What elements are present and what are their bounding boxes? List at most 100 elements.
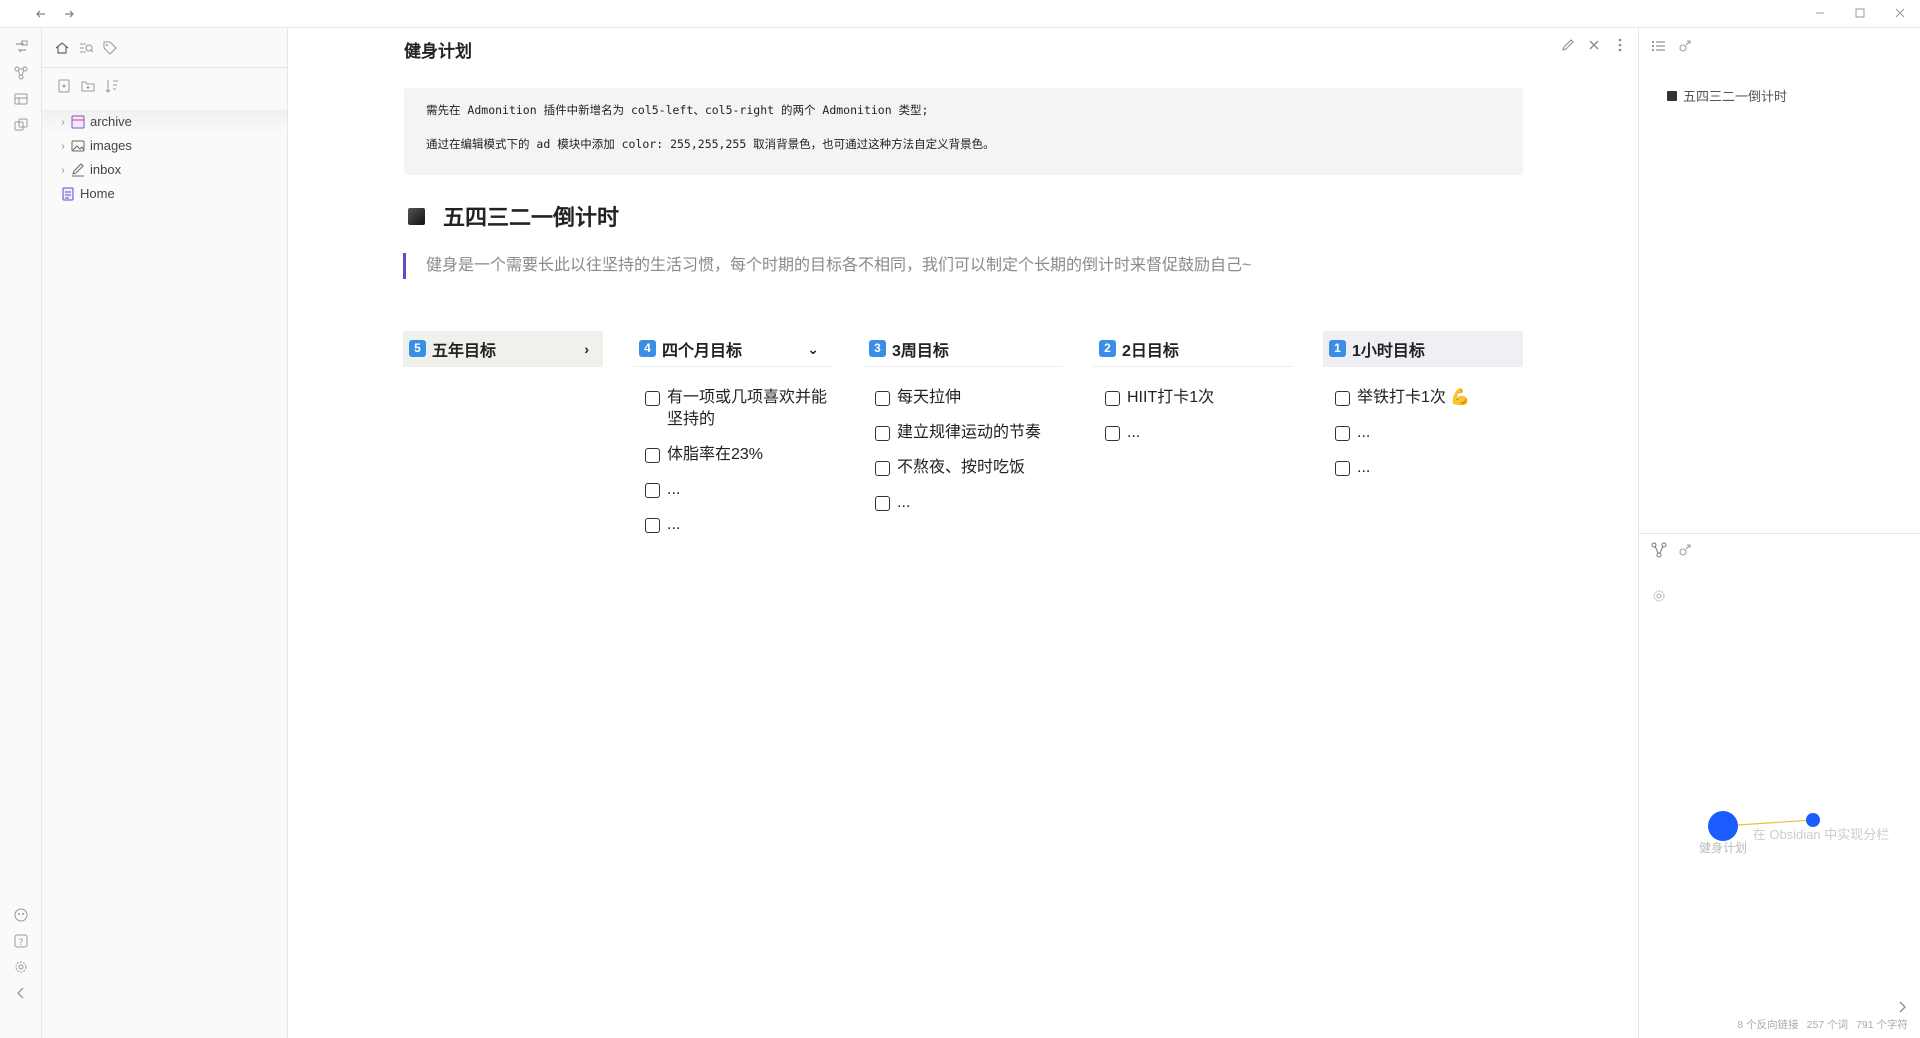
task-checkbox[interactable]: [645, 518, 660, 533]
task-text: 体脂率在23%: [667, 446, 764, 463]
column-header[interactable]: 1 1小时目标: [1323, 331, 1523, 367]
edit-button[interactable]: [1558, 38, 1578, 58]
graph-icon: [14, 66, 28, 80]
vault-icon: [14, 908, 28, 922]
new-folder-button[interactable]: [80, 78, 100, 98]
column-header[interactable]: 4 四个月目标 ⌄: [633, 331, 833, 367]
tree-label: archive: [90, 114, 132, 129]
tree-folder-inbox[interactable]: › inbox: [42, 158, 287, 182]
collapse-sidebar-button[interactable]: [8, 982, 34, 1004]
settings-button[interactable]: [8, 956, 34, 978]
switcher-icon: [16, 40, 28, 53]
task-item: HIIT打卡1次: [1105, 387, 1293, 409]
maximize-button[interactable]: [1840, 2, 1880, 26]
more-options-button[interactable]: [1610, 38, 1630, 58]
more-vertical-icon: [1618, 38, 1622, 52]
new-note-button[interactable]: [56, 78, 76, 98]
vault-button[interactable]: [8, 904, 34, 926]
tab-home[interactable]: [54, 40, 74, 60]
column-title: 2日目标: [1122, 342, 1179, 360]
task-checkbox[interactable]: [875, 426, 890, 441]
task-text: ...: [1127, 424, 1141, 441]
forward-button[interactable]: [58, 4, 80, 24]
tree-folder-archive[interactable]: › archive: [42, 110, 287, 134]
task-item: ...: [1335, 457, 1523, 479]
task-item: 不熬夜、按时吃饭: [875, 457, 1063, 479]
outline-tab[interactable]: [1651, 38, 1671, 58]
canvas-icon: [14, 93, 28, 105]
link-icon: [1679, 40, 1691, 52]
canvas-button[interactable]: [8, 88, 34, 110]
task-text: ...: [667, 481, 681, 498]
task-checkbox[interactable]: [1105, 426, 1120, 441]
help-button[interactable]: ?: [8, 930, 34, 952]
task-item: 建立规律运动的节奏: [875, 422, 1063, 444]
close-tab-button[interactable]: [1584, 38, 1604, 58]
task-checkbox[interactable]: [875, 391, 890, 406]
task-text: ...: [1357, 424, 1371, 441]
task-item: ...: [1105, 422, 1293, 444]
graph-node-linked[interactable]: [1806, 813, 1820, 827]
task-list: HIIT打卡1次 ...: [1093, 367, 1293, 444]
tab-tags[interactable]: [102, 40, 122, 60]
tree-folder-images[interactable]: › images: [42, 134, 287, 158]
task-list: 举铁打卡1次 💪 ... ...: [1323, 367, 1523, 479]
task-item: 举铁打卡1次 💪: [1335, 387, 1523, 409]
home-file-icon: [62, 187, 74, 201]
task-text: ...: [667, 516, 681, 533]
minimize-button[interactable]: [1800, 2, 1840, 26]
status-bar: 8 个反向链接 257 个词 791 个字符: [1737, 1017, 1908, 1032]
note-title[interactable]: 健身计划: [404, 37, 472, 62]
black-square-icon: [408, 207, 425, 225]
tab-search[interactable]: [78, 40, 98, 60]
tag-icon: [103, 41, 117, 55]
outgoing-links-tab[interactable]: [1677, 38, 1697, 58]
task-checkbox[interactable]: [1335, 426, 1350, 441]
chevron-right-icon[interactable]: ›: [584, 331, 589, 367]
close-icon: [1895, 8, 1905, 18]
chevron-down-icon[interactable]: ⌄: [807, 331, 819, 367]
black-square-icon: [1667, 90, 1677, 101]
close-window-button[interactable]: [1880, 2, 1920, 26]
task-text: 建立规律运动的节奏: [897, 424, 1042, 441]
blockquote: 健身是一个需要长此以往坚持的生活习惯，每个时期的目标各不相同，我们可以制定个长期…: [403, 253, 1251, 279]
chevron-right-icon: ›: [61, 164, 65, 176]
column-header[interactable]: 2 2日目标: [1093, 331, 1293, 367]
task-checkbox[interactable]: [1105, 391, 1120, 406]
backlinks-count[interactable]: 8 个反向链接: [1737, 1017, 1798, 1032]
task-checkbox[interactable]: [645, 483, 660, 498]
task-item: 有一项或几项喜欢并能坚持的: [645, 387, 833, 431]
outline-item[interactable]: 五四三二一倒计时: [1667, 86, 1787, 105]
graph-node-current[interactable]: [1708, 811, 1738, 841]
local-graph-pane: 健身计划 在 Obsidian 中实现分栏: [1639, 534, 1920, 1038]
task-checkbox[interactable]: [875, 496, 890, 511]
outline-item-label: 五四三二一倒计时: [1683, 89, 1788, 104]
column-header[interactable]: 3 3周目标: [863, 331, 1063, 367]
graph-canvas[interactable]: 健身计划 在 Obsidian 中实现分栏: [1639, 534, 1920, 1038]
task-checkbox[interactable]: [1335, 461, 1350, 476]
task-checkbox[interactable]: [1335, 391, 1350, 406]
task-text: 举铁打卡1次 💪: [1357, 389, 1471, 406]
sidebar-tabs: [42, 28, 287, 68]
keycap-1-icon: 1: [1329, 340, 1346, 357]
keycap-2-icon: 2: [1099, 340, 1116, 357]
help-icon: ?: [14, 934, 28, 948]
archive-icon: [71, 115, 85, 129]
task-checkbox[interactable]: [875, 461, 890, 476]
task-text: HIIT打卡1次: [1127, 389, 1215, 406]
tree-file-home[interactable]: Home: [42, 182, 287, 206]
graph-button[interactable]: [8, 62, 34, 84]
keycap-3-icon: 3: [869, 340, 886, 357]
column-header[interactable]: 5 五年目标 ›: [403, 331, 603, 367]
task-checkbox[interactable]: [645, 391, 660, 406]
heading-text: 五四三二一倒计时: [443, 205, 620, 230]
switcher-button[interactable]: [8, 36, 34, 58]
sort-button[interactable]: [104, 78, 124, 98]
arrow-left-icon: [36, 10, 45, 18]
file-explorer-sidebar: › archive › images › inbox Home: [42, 28, 288, 1038]
minimize-icon: [1816, 12, 1824, 14]
task-list: 每天拉伸 建立规律运动的节奏 不熬夜、按时吃饭 ...: [863, 367, 1063, 514]
templates-button[interactable]: [8, 114, 34, 136]
task-checkbox[interactable]: [645, 448, 660, 463]
back-button[interactable]: [30, 4, 52, 24]
